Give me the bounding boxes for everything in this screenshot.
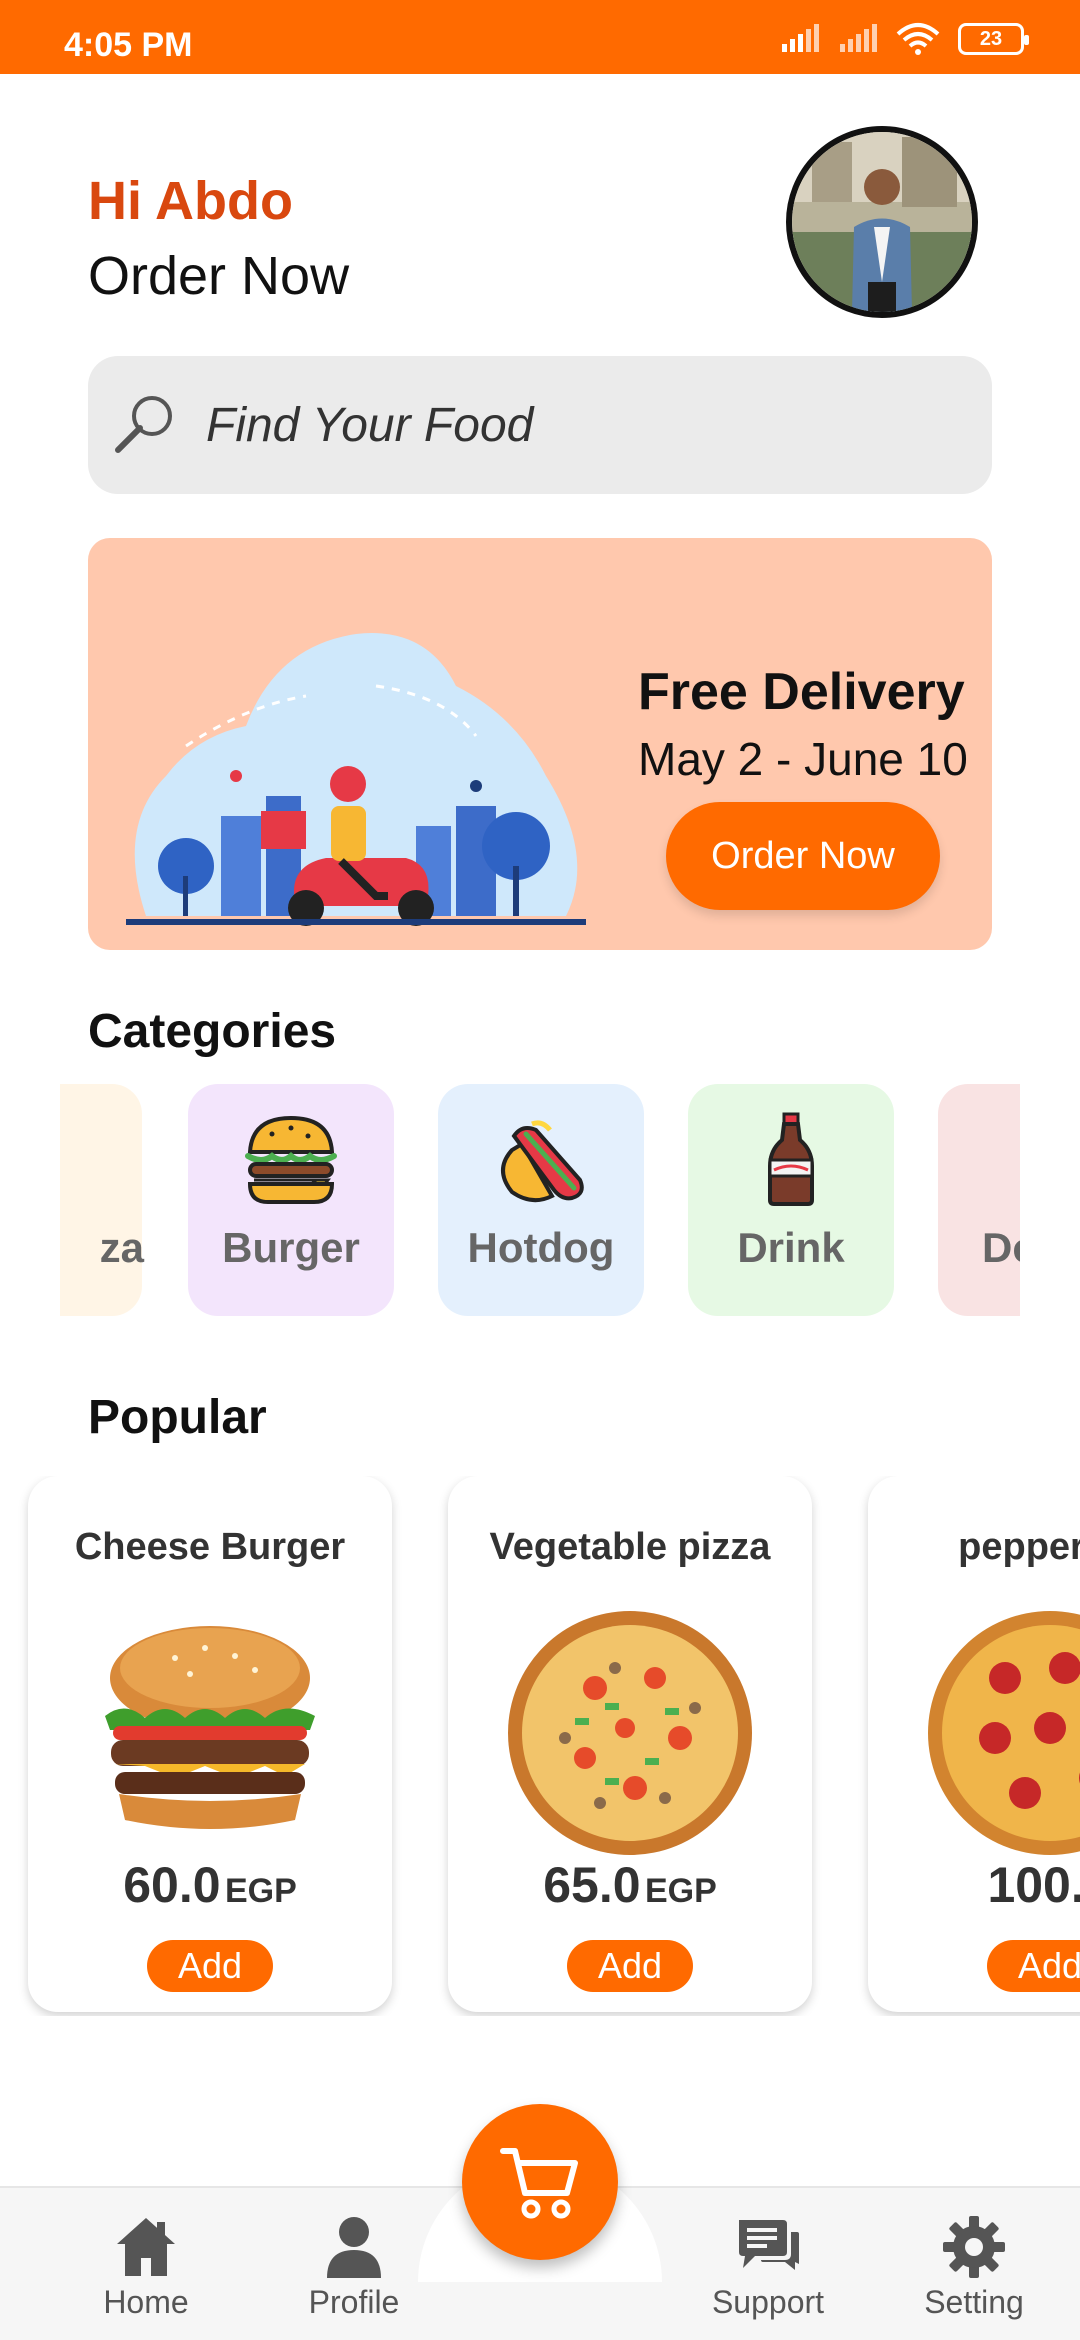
category-donut[interactable]: Do <box>938 1084 1020 1316</box>
promo-title: Free Delivery <box>638 663 965 721</box>
category-label: Hotdog <box>467 1224 615 1271</box>
product-card[interactable]: Vegetable pizza 65.0 EGP Add <box>448 1476 812 2012</box>
category-drink[interactable]: Drink <box>688 1084 894 1316</box>
category-hotdog[interactable]: Hotdog <box>438 1084 644 1316</box>
nav-profile[interactable]: Profile <box>274 2214 434 2321</box>
category-burger[interactable]: Burger <box>188 1084 394 1316</box>
status-time: 4:05 PM <box>64 26 193 64</box>
pizza-icon <box>60 1110 88 1208</box>
gear-icon <box>943 2216 1005 2278</box>
donut-icon <box>992 1110 1020 1208</box>
product-name: pepperoni <box>958 1526 1080 1568</box>
cart-button[interactable] <box>462 2104 618 2260</box>
category-label: za <box>99 1224 144 1271</box>
signal-icon <box>782 24 819 52</box>
price-currency: EGP <box>224 1872 297 1910</box>
promo-dates: May 2 - June 10 <box>638 733 968 785</box>
vegetable-pizza-image <box>508 1611 752 1855</box>
category-label: Drink <box>737 1224 845 1271</box>
price-amount: 65.0 <box>543 1857 641 1913</box>
profile-icon <box>327 2217 381 2278</box>
category-label: Burger <box>222 1224 360 1271</box>
search-icon <box>115 396 172 453</box>
popular-title: Popular <box>88 1391 267 1444</box>
nav-label: Profile <box>308 2284 400 2320</box>
add-button[interactable]: Add <box>987 1940 1080 1992</box>
nav-support[interactable]: Support <box>688 2214 848 2321</box>
category-label: Do <box>982 1224 1020 1271</box>
nav-label: Support <box>711 2284 825 2320</box>
categories-title: Categories <box>88 1005 337 1058</box>
product-card[interactable]: Cheese Burger 60.0 EGP Add <box>28 1476 392 2012</box>
search-bar[interactable] <box>88 356 992 494</box>
product-price: 65.0 EGP <box>448 1856 812 1914</box>
nav-label: Home <box>103 2284 189 2320</box>
promo-banner[interactable]: Free Delivery May 2 - June 10 Order Now <box>88 538 992 950</box>
battery-icon: 23 <box>958 23 1029 55</box>
status-bar: 4:05 PM 23 <box>0 0 1080 74</box>
product-name: Vegetable pizza <box>489 1526 771 1568</box>
wifi-icon <box>896 23 940 55</box>
price-currency: EGP <box>644 1872 717 1910</box>
categories-list[interactable]: za Burger Hotdog Drink D <box>60 1084 1020 1316</box>
nav-home[interactable]: Home <box>66 2214 226 2321</box>
product-name: Cheese Burger <box>74 1526 346 1568</box>
cart-icon <box>500 2148 578 2219</box>
signal-icon-2 <box>840 24 877 52</box>
greeting-text: Hi Abdo <box>88 171 293 231</box>
category-pizza[interactable]: za <box>60 1084 144 1316</box>
support-icon <box>739 2220 799 2270</box>
battery-level: 23 <box>979 27 1003 50</box>
status-icons: 23 <box>780 22 1029 56</box>
product-price: 60.0 EGP <box>28 1856 392 1914</box>
order-now-button[interactable]: Order Now <box>666 802 940 910</box>
order-now-heading: Order Now <box>88 246 350 306</box>
cheese-burger-image <box>105 1626 315 1829</box>
home-icon <box>117 2218 175 2276</box>
nav-setting[interactable]: Setting <box>894 2214 1054 2321</box>
add-button[interactable]: Add <box>147 1940 273 1992</box>
add-button[interactable]: Add <box>567 1940 693 1992</box>
price-amount: 100.0 <box>987 1857 1080 1913</box>
burger-icon <box>245 1115 337 1204</box>
product-card[interactable]: pepperoni 100.0 Add <box>868 1476 1080 2012</box>
product-price: 100.0 <box>868 1856 1080 1914</box>
pepperoni-pizza-image <box>928 1611 1080 1855</box>
popular-list[interactable]: Cheese Burger 60.0 EGP Add Vegetable piz… <box>0 1476 1080 2016</box>
price-amount: 60.0 <box>123 1857 221 1913</box>
delivery-illustration <box>126 633 586 926</box>
avatar[interactable] <box>786 126 978 318</box>
nav-label: Setting <box>924 2284 1024 2320</box>
hotdog-icon <box>501 1120 584 1203</box>
search-input[interactable] <box>206 397 966 453</box>
drink-bottle-icon <box>768 1112 814 1206</box>
